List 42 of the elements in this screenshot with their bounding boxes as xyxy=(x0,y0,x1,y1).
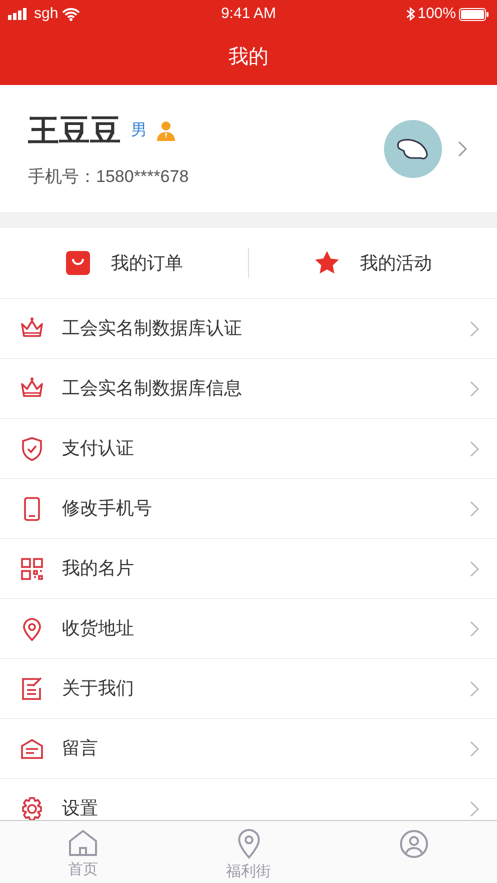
quick-link[interactable]: 我的订单 xyxy=(111,250,183,276)
menu-label: 设置 xyxy=(62,797,99,820)
chevron-right-icon xyxy=(470,560,479,576)
wifi-icon xyxy=(62,8,80,20)
home-icon xyxy=(68,829,98,857)
shopping-bag-icon xyxy=(65,250,91,276)
phone-label: 手机号： xyxy=(28,167,96,186)
carrier-name: sgh xyxy=(34,4,58,24)
chevron-right-icon xyxy=(470,800,479,816)
menu-label: 支付认证 xyxy=(62,437,135,460)
quick-link[interactable]: 我的活动 xyxy=(360,250,432,276)
gender-label: 男 xyxy=(131,120,147,141)
chevron-right-icon xyxy=(458,140,467,156)
person-icon xyxy=(399,829,430,859)
phone-number: 1580****678 xyxy=(96,167,189,186)
qr-code-icon xyxy=(19,556,45,582)
chevron-right-icon xyxy=(470,680,479,696)
menu-label: 收货地址 xyxy=(62,617,135,640)
chevron-right-icon xyxy=(470,380,479,396)
menu-label: 关于我们 xyxy=(62,677,135,700)
chevron-right-icon xyxy=(470,320,479,336)
menu-label: 工会实名制数据库认证 xyxy=(62,317,243,340)
chevron-right-icon xyxy=(470,740,479,756)
status-time: 9:41 AM xyxy=(220,4,278,24)
menu-label: 修改手机号 xyxy=(62,497,153,520)
chevron-right-icon xyxy=(470,620,479,636)
battery-percent: 100% xyxy=(418,4,456,24)
shield-icon xyxy=(19,436,45,462)
menu-label: 我的名片 xyxy=(62,557,135,580)
menu-label: 留言 xyxy=(62,737,99,760)
star-icon xyxy=(314,250,340,276)
menu-item[interactable]: 设置 xyxy=(0,778,497,820)
menu-label: 工会实名制数据库信息 xyxy=(62,377,243,400)
user-name: 王豆豆 xyxy=(28,112,121,150)
person-icon xyxy=(157,120,175,141)
location-pin-icon xyxy=(236,829,260,858)
settings-icon xyxy=(19,796,45,820)
chevron-right-icon xyxy=(470,500,479,516)
chevron-right-icon xyxy=(470,440,479,456)
page-title: 我的 xyxy=(228,44,268,70)
battery-icon xyxy=(458,8,489,20)
bluetooth-icon xyxy=(406,7,415,21)
